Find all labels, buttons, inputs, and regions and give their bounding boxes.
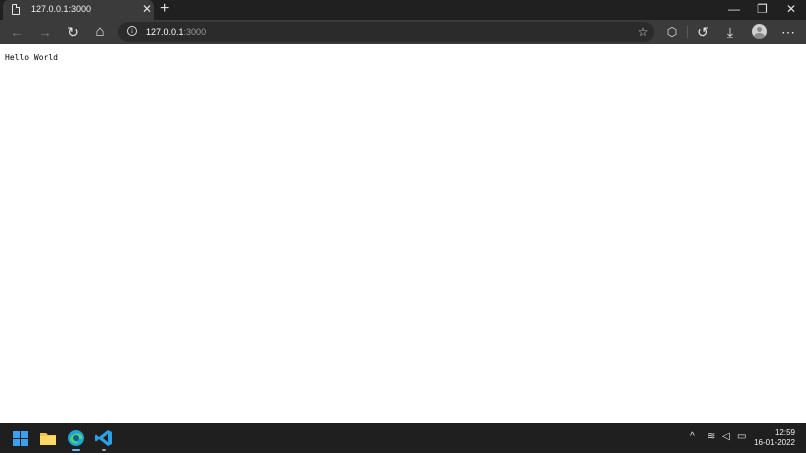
- wifi-icon[interactable]: ≋: [707, 431, 715, 443]
- address-bar[interactable]: i 127.0.0.1:3000 ☆: [118, 22, 654, 42]
- url-host: 127.0.0.1: [146, 27, 184, 37]
- edge-browser-icon[interactable]: [64, 426, 88, 451]
- restore-button[interactable]: ❐: [757, 2, 768, 16]
- browser-titlebar: 127.0.0.1:3000 ✕ + — ❐ ✕: [0, 0, 806, 20]
- start-menu-icon[interactable]: [8, 426, 32, 450]
- toolbar-separator: [687, 26, 688, 38]
- clock-date: 16-01-2022: [754, 438, 795, 447]
- history-icon[interactable]: ↺: [694, 23, 712, 41]
- add-favorite-icon[interactable]: ☆: [634, 23, 652, 41]
- back-button[interactable]: ←: [8, 23, 26, 41]
- home-button[interactable]: ⌂: [91, 23, 109, 41]
- forward-button[interactable]: →: [36, 23, 54, 41]
- more-menu-icon[interactable]: ⋯: [779, 23, 797, 41]
- active-app-indicator: [72, 449, 80, 451]
- battery-icon[interactable]: ▭: [737, 431, 746, 443]
- new-tab-button[interactable]: +: [160, 1, 169, 17]
- page-content: Hello World: [0, 44, 806, 423]
- page-text: Hello World: [5, 53, 58, 62]
- url-port: :3000: [183, 27, 207, 37]
- refresh-button[interactable]: ↻: [64, 23, 82, 41]
- downloads-icon[interactable]: ⤓: [721, 23, 739, 41]
- windows-taskbar: ^ ≋ ◁ ▭ 12:59 16-01-2022: [0, 423, 806, 453]
- extensions-icon[interactable]: ⬡: [663, 23, 681, 41]
- address-url[interactable]: 127.0.0.1:3000: [146, 27, 206, 37]
- close-window-button[interactable]: ✕: [786, 2, 796, 16]
- tab-close-icon[interactable]: ✕: [142, 3, 152, 15]
- show-hidden-icons-chevron-icon[interactable]: ^: [690, 431, 695, 443]
- minimize-button[interactable]: —: [728, 2, 740, 16]
- vscode-icon[interactable]: [92, 426, 116, 451]
- volume-icon[interactable]: ◁: [722, 431, 730, 443]
- system-clock[interactable]: 12:59 16-01-2022: [754, 428, 795, 448]
- page-document-icon: [12, 4, 20, 15]
- clock-time: 12:59: [774, 428, 795, 437]
- site-info-icon[interactable]: i: [127, 26, 137, 36]
- running-app-indicator: [102, 449, 106, 451]
- profile-avatar[interactable]: [752, 24, 767, 39]
- browser-toolbar: ← → ↻ ⌂ i 127.0.0.1:3000 ☆ ⬡ ↺ ⤓ ⋯: [0, 20, 806, 44]
- tab-title: 127.0.0.1:3000: [31, 4, 92, 14]
- file-explorer-icon[interactable]: [36, 426, 60, 450]
- browser-tab[interactable]: 127.0.0.1:3000 ✕: [3, 0, 154, 20]
